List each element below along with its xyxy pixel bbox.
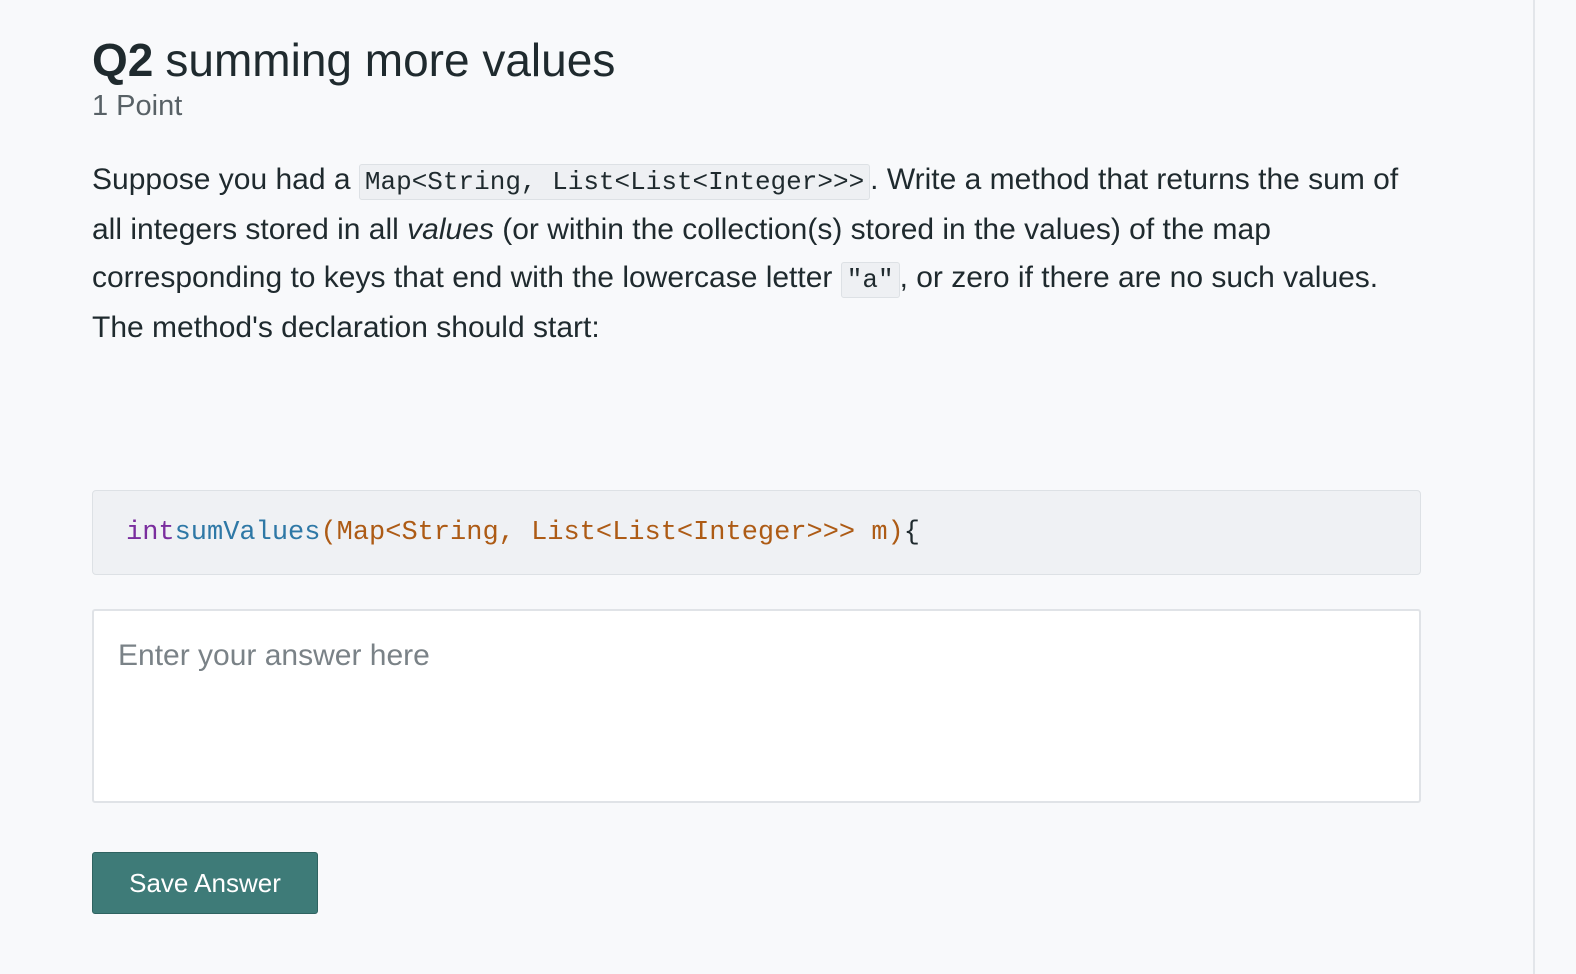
code-keyword: int [126, 517, 175, 548]
prompt-emphasis: values [407, 213, 494, 246]
question-prompt: Suppose you had a Map<String, List<List<… [92, 156, 1423, 352]
question-title-text: summing more values [165, 34, 616, 86]
declaration-code-block: int sumValues (Map<String, List<List<Inte… [92, 490, 1421, 575]
save-answer-button[interactable]: Save Answer [92, 852, 318, 914]
declaration-label: The method's declaration should start: [92, 311, 600, 344]
code-function-name: sumValues [174, 517, 321, 548]
code-brace: { [903, 517, 920, 548]
prompt-paragraph: Suppose you had a Map<String, List<List<… [92, 156, 1423, 304]
question-title: Q2 summing more values [92, 30, 1423, 90]
question-panel: Q2 summing more values 1 Point Suppose yo… [92, 30, 1423, 352]
prompt-text-4: , or zero if there are no such values. [899, 261, 1379, 294]
question-points: 1 Point [92, 90, 183, 122]
answer-input[interactable] [92, 609, 1421, 803]
code-params: (Map<String, List<List<Integer>>> m) [320, 517, 904, 548]
inline-code-letter: "a" [840, 262, 900, 298]
inline-code-map-type: Map<String, List<List<Integer>>> [358, 164, 871, 200]
page-divider [1533, 0, 1535, 974]
question-number: Q2 [92, 34, 154, 86]
prompt-text-1: Suppose you had a [92, 163, 359, 196]
